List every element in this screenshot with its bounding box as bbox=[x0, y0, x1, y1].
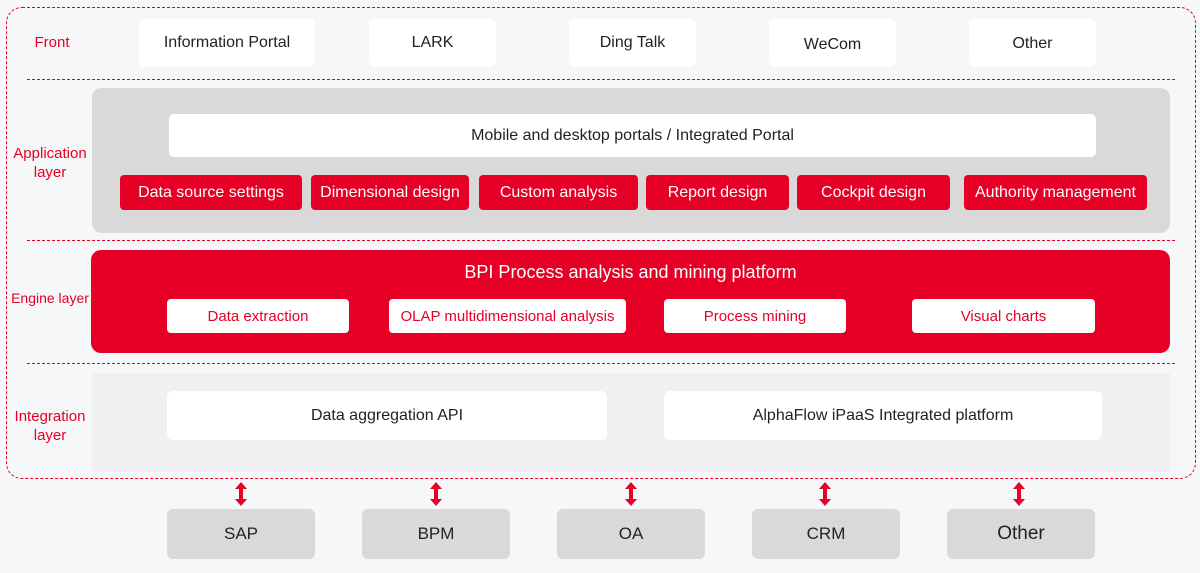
layer-divider bbox=[27, 363, 1175, 364]
integration-item-data-aggregation-api[interactable]: Data aggregation API bbox=[167, 391, 607, 440]
double-arrow-icon bbox=[625, 482, 637, 506]
double-arrow-icon bbox=[235, 482, 247, 506]
engine-item-process-mining[interactable]: Process mining bbox=[664, 299, 846, 333]
double-arrow-icon bbox=[819, 482, 831, 506]
front-item-other[interactable]: Other bbox=[969, 19, 1096, 67]
system-sap[interactable]: SAP bbox=[167, 509, 315, 559]
module-cockpit-design[interactable]: Cockpit design bbox=[797, 175, 950, 210]
front-layer-label: Front bbox=[34, 34, 70, 51]
system-oa[interactable]: OA bbox=[557, 509, 705, 559]
application-layer-panel bbox=[92, 88, 1170, 233]
front-item-wecom[interactable]: WeCom bbox=[769, 19, 896, 67]
front-item-information-portal[interactable]: Information Portal bbox=[139, 19, 315, 67]
integration-layer-label: Integration layer bbox=[6, 407, 94, 445]
engine-layer-label: Engine layer bbox=[11, 290, 89, 306]
module-authority-management[interactable]: Authority management bbox=[964, 175, 1147, 210]
system-bpm[interactable]: BPM bbox=[362, 509, 510, 559]
application-layer-label-line2: layer bbox=[33, 164, 67, 181]
integration-layer-label-line2: layer bbox=[33, 427, 67, 444]
double-arrow-icon bbox=[1013, 482, 1025, 506]
module-report-design[interactable]: Report design bbox=[646, 175, 789, 210]
integrated-portal-bar[interactable]: Mobile and desktop portals / Integrated … bbox=[169, 114, 1096, 157]
system-other[interactable]: Other bbox=[947, 509, 1095, 559]
layer-divider bbox=[27, 240, 1175, 241]
application-layer-label-line1: Application bbox=[13, 145, 87, 162]
application-layer-label: Application layer bbox=[6, 144, 94, 182]
integration-layer-label-line1: Integration bbox=[14, 408, 86, 425]
module-dimensional-design[interactable]: Dimensional design bbox=[311, 175, 469, 210]
engine-item-visual-charts[interactable]: Visual charts bbox=[912, 299, 1095, 333]
module-data-source-settings[interactable]: Data source settings bbox=[120, 175, 302, 210]
integration-item-alphaflow-ipaas[interactable]: AlphaFlow iPaaS Integrated platform bbox=[664, 391, 1102, 440]
front-item-ding-talk[interactable]: Ding Talk bbox=[569, 19, 696, 67]
double-arrow-icon bbox=[430, 482, 442, 506]
system-crm[interactable]: CRM bbox=[752, 509, 900, 559]
module-custom-analysis[interactable]: Custom analysis bbox=[479, 175, 638, 210]
engine-item-olap-analysis[interactable]: OLAP multidimensional analysis bbox=[389, 299, 626, 333]
bpi-platform-title: BPI Process analysis and mining platform bbox=[464, 262, 797, 282]
engine-item-data-extraction[interactable]: Data extraction bbox=[167, 299, 349, 333]
layer-divider bbox=[27, 79, 1175, 80]
front-item-lark[interactable]: LARK bbox=[369, 19, 496, 67]
